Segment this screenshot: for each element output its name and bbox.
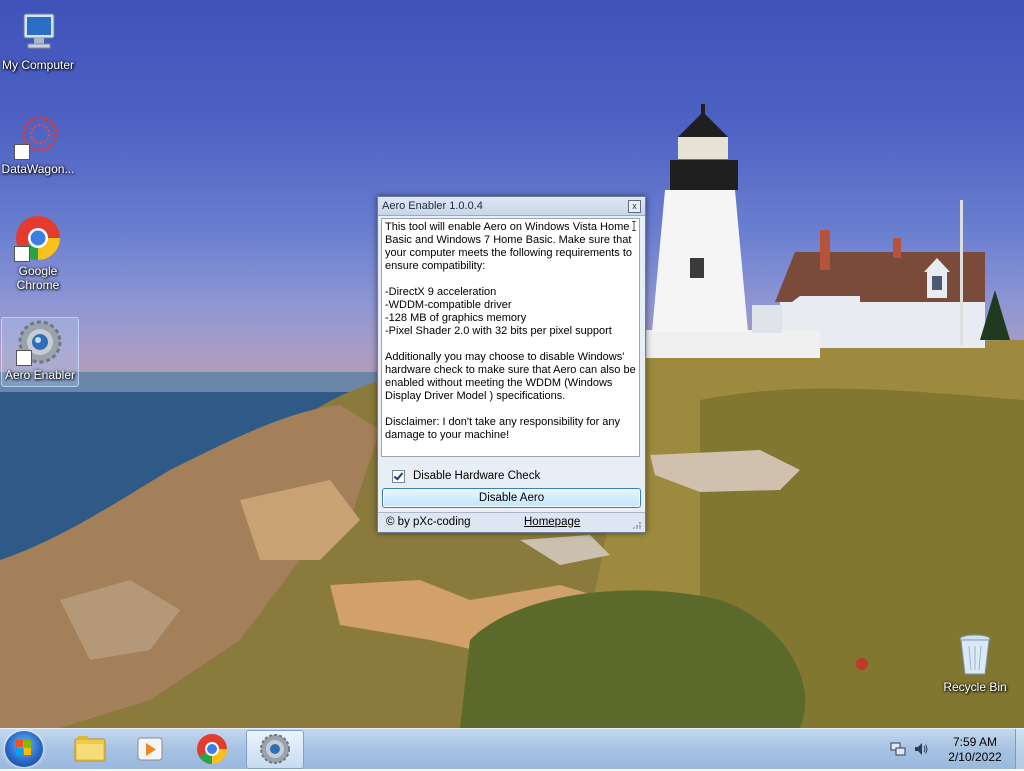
windows-explorer-icon <box>74 736 106 762</box>
chrome-icon <box>197 734 227 764</box>
disable-hardware-check-row[interactable]: Disable Hardware Check <box>392 469 540 483</box>
desktop-icon-datawagon[interactable]: DataWagon... <box>0 112 76 176</box>
aero-enabler-window[interactable]: Aero Enabler 1.0.0.4 x This tool will en… <box>377 196 646 533</box>
taskbar: 7:59 AM 2/10/2022 <box>0 728 1024 769</box>
clock-date: 2/10/2022 <box>948 750 1002 764</box>
recycle-bin-icon <box>951 630 999 678</box>
windows-logo-icon <box>16 740 31 755</box>
resize-grip-icon[interactable] <box>632 521 642 529</box>
desktop-icon-label: Aero Enabler <box>4 368 76 382</box>
taskbar-media-player[interactable] <box>122 730 178 767</box>
desktop-icon-aero-enabler[interactable]: Aero Enabler <box>1 317 79 387</box>
desktop-icon-label: My Computer <box>1 58 75 72</box>
desktop-icon-google-chrome[interactable]: Google Chrome <box>0 214 76 292</box>
close-icon[interactable]: x <box>628 200 641 213</box>
desktop-icon-my-computer[interactable]: My Computer <box>0 8 76 72</box>
volume-icon[interactable] <box>913 741 929 757</box>
aero-enabler-icon <box>260 734 290 764</box>
chrome-icon <box>14 214 62 262</box>
window-titlebar[interactable]: Aero Enabler 1.0.0.4 x <box>378 197 645 216</box>
shortcut-arrow-icon <box>14 246 30 262</box>
description-text: This tool will enable Aero on Windows Vi… <box>381 218 640 457</box>
system-clock[interactable]: 7:59 AM 2/10/2022 <box>935 735 1015 765</box>
aero-enabler-icon <box>16 318 64 366</box>
checkbox-label[interactable]: Disable Hardware Check <box>413 470 540 482</box>
datawagon-icon <box>14 112 62 160</box>
computer-icon <box>14 8 62 56</box>
show-desktop-button[interactable] <box>1015 729 1024 769</box>
disable-aero-button[interactable]: Disable Aero <box>382 488 641 508</box>
network-icon[interactable] <box>890 741 906 757</box>
text-cursor-icon <box>632 221 636 231</box>
window-title: Aero Enabler 1.0.0.4 <box>382 200 483 212</box>
clock-time: 7:59 AM <box>952 735 998 749</box>
desktop[interactable]: My Computer DataWagon... Google Chrome A… <box>0 0 1024 728</box>
homepage-link[interactable]: Homepage <box>524 516 580 528</box>
disable-hardware-check-checkbox[interactable] <box>392 469 405 483</box>
media-player-icon <box>137 737 163 761</box>
shortcut-arrow-icon <box>16 350 32 366</box>
copyright-text: © by pXc-coding <box>386 516 471 528</box>
taskbar-aero-enabler[interactable] <box>246 730 304 769</box>
shortcut-arrow-icon <box>14 144 30 160</box>
desktop-icon-label: Google Chrome <box>16 264 60 292</box>
desktop-icon-label: Recycle Bin <box>943 680 1007 694</box>
desktop-icon-label: DataWagon... <box>1 162 75 176</box>
desktop-icon-recycle-bin[interactable]: Recycle Bin <box>937 630 1013 694</box>
start-button[interactable] <box>5 731 43 767</box>
taskbar-windows-explorer[interactable] <box>62 730 118 767</box>
status-bar: © by pXc-coding Homepage <box>378 512 645 532</box>
taskbar-chrome[interactable] <box>184 730 240 767</box>
